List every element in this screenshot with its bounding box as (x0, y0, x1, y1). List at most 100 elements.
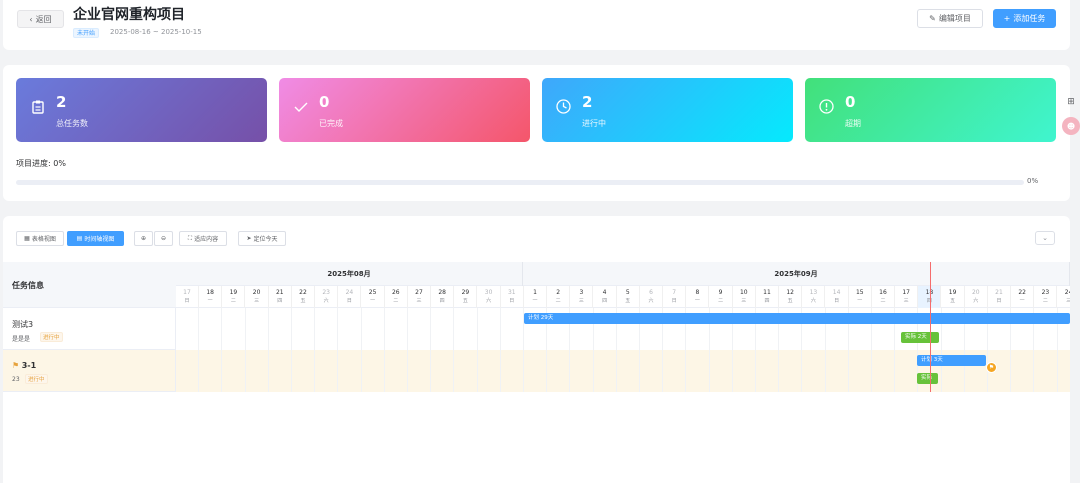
fit-icon: ⛶ (187, 234, 193, 242)
weekday-label: 六 (486, 298, 492, 304)
edit-project-button[interactable]: ✎ 编辑项目 (917, 9, 983, 28)
weekday-label: 二 (393, 298, 399, 304)
day-cell: 29 五 (454, 286, 478, 308)
day-cell: 2二 (547, 286, 571, 308)
month-label: 2025年09月 (523, 262, 1070, 286)
clock-icon (555, 98, 572, 115)
grid-line (453, 308, 455, 392)
weekday-label: 一 (857, 298, 863, 304)
day-number: 6 (649, 289, 653, 296)
day-cell: 17 日 (176, 286, 199, 308)
page-title: 企业官网重构项目 (73, 7, 185, 23)
total-tasks-card: 2 总任务数 (16, 78, 267, 142)
day-number: 21 (995, 289, 1003, 296)
flag-icon: ⚑ (12, 361, 20, 370)
grid-line (244, 308, 246, 392)
fit-content-label: 适应内容 (194, 236, 219, 243)
task-info-header: 任务信息 (3, 262, 176, 308)
day-number: 24 (345, 289, 354, 296)
zoom-out-button[interactable]: ⊖ (154, 231, 173, 246)
add-label: 添加任务 (1013, 14, 1046, 23)
weekday-label: 三 (903, 298, 909, 304)
task-status-badge: 进行中 (40, 332, 63, 342)
day-cell: 6六 (640, 286, 663, 308)
actual-bar[interactable]: 实际 2天 (901, 332, 939, 343)
date-range: 2025-08-16 ~ 2025-10-15 (110, 28, 202, 36)
day-number: 29 (461, 289, 470, 296)
weekday-label: 三 (254, 298, 260, 304)
day-cell: 22 一 (1011, 286, 1035, 308)
weekday-label: 二 (718, 298, 724, 304)
weekday-label: 三 (416, 298, 422, 304)
plan-bar[interactable]: 计划 3天 (917, 355, 986, 366)
grid-line (360, 308, 362, 392)
day-cell: 10 三 (733, 286, 756, 308)
weekday-label: 三 (1066, 298, 1070, 304)
task-name: 测试3 (12, 320, 34, 329)
day-number: 1 (533, 289, 537, 296)
day-cell: 24 三 (1058, 286, 1070, 308)
task-row[interactable]: 测试3 是是是 进行中 (3, 308, 176, 350)
task-owner: 23 (12, 376, 20, 383)
day-cell: 23 六 (315, 286, 339, 308)
weekday-label: 六 (323, 298, 329, 304)
assistant-icon[interactable]: ☻ (1062, 117, 1080, 135)
weekday-label: 一 (532, 298, 538, 304)
timeline-view-label: 时间轴视图 (84, 236, 115, 243)
weekday-label: 六 (810, 298, 816, 304)
locate-today-button[interactable]: ➤ 定位今天 (238, 231, 286, 246)
day-number: 16 (879, 289, 887, 296)
day-number: 10 (739, 289, 748, 296)
day-cell: 17 三 (895, 286, 919, 308)
timeline-area: 2025年08月 2025年09月 17 日 18 一 19 二 20 三 21 四 22 五 23 六 2… (176, 262, 1070, 392)
day-cell: 12 五 (779, 286, 803, 308)
chevron-left-icon: ‹ (29, 14, 33, 24)
timeline-view-button[interactable]: ▤ 时间轴视图 (67, 231, 124, 246)
day-number: 20 (971, 289, 980, 296)
grid-line (499, 308, 501, 392)
grid-line (407, 308, 408, 392)
add-task-button[interactable]: + 添加任务 (993, 9, 1056, 28)
total-count: 2 (56, 93, 67, 111)
day-cell: 20 三 (246, 286, 269, 308)
month-label: 2025年08月 (176, 262, 523, 286)
day-number: 17 (183, 289, 191, 296)
stats-panel: 2 总任务数 0 已完成 2 进行中 0 超期 项目进度: 0% 0% (3, 65, 1070, 201)
actual-bar[interactable]: 实际 (917, 373, 938, 384)
table-view-button[interactable]: ▦ 表格视图 (16, 231, 64, 246)
task-row[interactable]: ⚑ 3-1 23 进行中 (3, 350, 176, 392)
task-info-column: 任务信息 测试3 是是是 进行中 ⚑ 3-1 23 进行中 (3, 262, 176, 392)
day-number: 25 (368, 289, 377, 296)
weekday-label: 一 (207, 298, 213, 304)
fit-content-button[interactable]: ⛶ 适应内容 (179, 231, 227, 246)
milestone-flag-icon[interactable]: ⚑ (986, 362, 997, 373)
weekday-label: 五 (300, 298, 306, 304)
day-cell: 8一 (686, 286, 710, 308)
day-number: 24 (1064, 289, 1070, 296)
weekday-label: 日 (509, 298, 515, 304)
overdue-card: 0 超期 (805, 78, 1056, 142)
day-number: 22 (1018, 289, 1026, 296)
plan-bar[interactable]: 计划 29天 (524, 313, 1070, 324)
day-cell: 1一 (524, 286, 547, 308)
apps-icon[interactable]: ⊞ (1062, 93, 1080, 111)
month-header-row: 2025年08月 2025年09月 (176, 262, 1070, 286)
weekday-label: 三 (741, 298, 747, 304)
gantt-panel: ▦ 表格视图 ▤ 时间轴视图 ⊕ ⊖ ⛶ 适应内容 ➤ 定位今天 ⌄ 任务信息 … (3, 216, 1070, 483)
day-number: 30 (484, 289, 493, 296)
completed-count: 0 (319, 93, 330, 111)
day-cell: 26 二 (385, 286, 408, 308)
collapse-button[interactable]: ⌄ (1035, 231, 1055, 245)
back-button[interactable]: ‹ 返回 (17, 10, 64, 28)
day-cell: 27 三 (408, 286, 431, 308)
weekday-label: 一 (370, 298, 376, 304)
day-cell: 15 一 (849, 286, 872, 308)
day-cell: 11 四 (756, 286, 779, 308)
zoom-in-button[interactable]: ⊕ (134, 231, 153, 246)
day-number: 18 (206, 289, 214, 296)
day-cell: 13 六 (802, 286, 826, 308)
day-number: 22 (299, 289, 307, 296)
grid-line (291, 308, 292, 392)
weekday-label: 日 (671, 298, 677, 304)
weekday-label: 六 (648, 298, 654, 304)
